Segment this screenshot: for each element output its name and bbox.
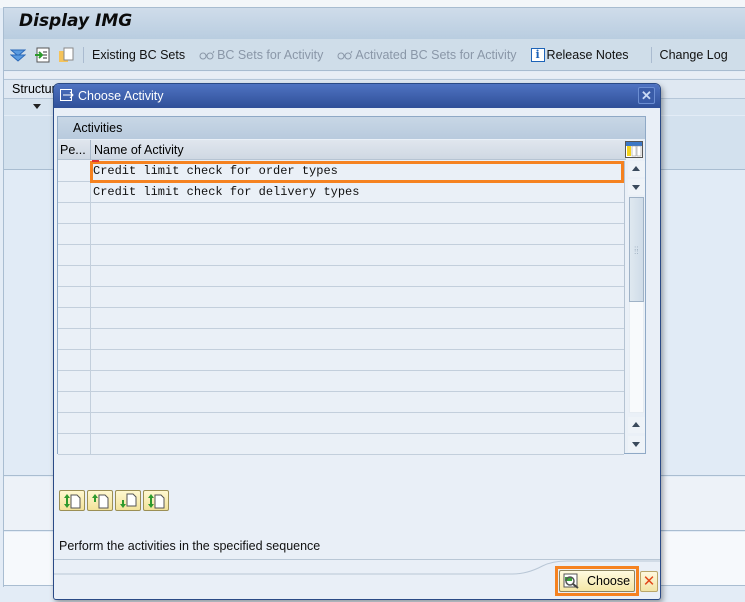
page-title: Display IMG bbox=[19, 11, 133, 31]
selected-row-highlight bbox=[90, 161, 624, 183]
chevron-up-icon bbox=[632, 166, 640, 171]
row-selector[interactable] bbox=[58, 182, 91, 202]
activity-name-cell[interactable]: Credit limit check for delivery types bbox=[93, 185, 359, 199]
scroll-thumb[interactable]: :::: bbox=[629, 197, 644, 302]
table-row[interactable] bbox=[58, 203, 624, 224]
change-log-button[interactable]: Change Log bbox=[660, 48, 728, 62]
application-toolbar: Existing BC Sets BC Sets for Activity Ac… bbox=[3, 39, 745, 71]
table-row[interactable] bbox=[58, 308, 624, 329]
row-selector[interactable] bbox=[58, 287, 91, 307]
change-log-label: Change Log bbox=[659, 47, 728, 62]
release-notes-label: Release Notes bbox=[546, 47, 629, 62]
activated-bc-sets-button[interactable]: Activated BC Sets for Activity bbox=[337, 47, 517, 62]
column-header-pe[interactable]: Pe... bbox=[60, 143, 86, 157]
row-selector[interactable] bbox=[58, 434, 91, 454]
existing-bc-sets-label: Existing BC Sets bbox=[92, 47, 186, 62]
table-row[interactable] bbox=[58, 287, 624, 308]
table-row[interactable] bbox=[58, 245, 624, 266]
table-row[interactable] bbox=[58, 266, 624, 287]
cancel-icon[interactable]: ✕ bbox=[640, 571, 658, 592]
row-selector[interactable] bbox=[58, 224, 91, 244]
scroll-page-up-button[interactable] bbox=[628, 417, 645, 433]
dropdown-arrow-icon[interactable] bbox=[33, 104, 41, 109]
row-selector[interactable] bbox=[58, 203, 91, 223]
table-row[interactable] bbox=[58, 224, 624, 245]
dialog-title-bar[interactable]: Choose Activity ✕ bbox=[54, 84, 660, 108]
chevron-up-icon bbox=[632, 422, 640, 427]
column-divider[interactable] bbox=[90, 140, 91, 160]
move-down-icon bbox=[120, 493, 137, 508]
sequence-buttons bbox=[59, 490, 169, 511]
table-caption-label: Activities bbox=[73, 121, 123, 135]
bc-sets-for-activity-button[interactable]: BC Sets for Activity bbox=[199, 48, 323, 62]
title-bar: Display IMG bbox=[3, 7, 745, 39]
move-to-bottom-button[interactable] bbox=[143, 490, 169, 511]
import-icon[interactable] bbox=[33, 46, 51, 64]
dialog-title: Choose Activity bbox=[78, 89, 164, 103]
table-row[interactable] bbox=[58, 434, 624, 455]
row-selector[interactable] bbox=[58, 245, 91, 265]
glasses-icon bbox=[337, 50, 353, 60]
expand-all-icon[interactable] bbox=[9, 46, 27, 64]
table-header: Pe... Name of Activity bbox=[58, 140, 626, 160]
toolbar-separator bbox=[650, 46, 652, 63]
sequence-hint: Perform the activities in the specified … bbox=[59, 539, 321, 553]
choose-activity-dialog: Choose Activity ✕ Activities Pe... Name … bbox=[53, 83, 661, 600]
choose-magnifier-icon bbox=[563, 573, 581, 589]
bc-sets-for-activity-label: BC Sets for Activity bbox=[217, 47, 324, 62]
toolbar-separator bbox=[83, 46, 84, 63]
vertical-scrollbar[interactable]: :::: bbox=[628, 161, 645, 453]
activated-bc-sets-label: Activated BC Sets for Activity bbox=[355, 47, 517, 62]
info-icon: i bbox=[530, 47, 545, 62]
row-selector[interactable] bbox=[58, 350, 91, 370]
scroll-page-down-button[interactable] bbox=[628, 436, 645, 452]
column-header-name[interactable]: Name of Activity bbox=[94, 143, 184, 157]
copy-icon[interactable] bbox=[57, 46, 75, 64]
table-border bbox=[624, 161, 625, 453]
table-caption: Activities bbox=[58, 117, 645, 139]
table-row[interactable]: Credit limit check for delivery types bbox=[58, 182, 624, 203]
table-row[interactable] bbox=[58, 392, 624, 413]
table-row[interactable] bbox=[58, 329, 624, 350]
choose-button[interactable]: Choose bbox=[559, 570, 635, 592]
move-to-bottom-icon bbox=[148, 493, 165, 508]
chevron-down-icon bbox=[632, 442, 640, 447]
close-icon[interactable]: ✕ bbox=[638, 87, 655, 104]
move-to-top-button[interactable] bbox=[59, 490, 85, 511]
row-selector[interactable] bbox=[58, 266, 91, 286]
move-down-button[interactable] bbox=[115, 490, 141, 511]
table-row[interactable] bbox=[58, 371, 624, 392]
glasses-icon bbox=[199, 50, 215, 60]
row-selector[interactable] bbox=[58, 329, 91, 349]
dialog-window-icon bbox=[60, 89, 74, 104]
cursor-marker bbox=[92, 160, 99, 162]
move-up-button[interactable] bbox=[87, 490, 113, 511]
column-settings-icon[interactable] bbox=[625, 141, 643, 158]
activities-table: Activities Pe... Name of Activity Credit… bbox=[57, 116, 646, 455]
row-selector[interactable] bbox=[58, 413, 91, 433]
row-selector[interactable] bbox=[58, 308, 91, 328]
row-selector[interactable] bbox=[58, 392, 91, 412]
release-notes-button[interactable]: i Release Notes bbox=[530, 47, 629, 62]
table-row[interactable] bbox=[58, 413, 624, 434]
scroll-up-button[interactable] bbox=[628, 161, 645, 177]
choose-label: Choose bbox=[587, 574, 631, 588]
chevron-down-icon bbox=[632, 185, 640, 190]
table-row[interactable] bbox=[58, 350, 624, 371]
table-body: Credit limit check for order types Credit… bbox=[58, 161, 624, 455]
move-up-icon bbox=[92, 493, 109, 508]
window-border bbox=[3, 7, 4, 587]
existing-bc-sets-button[interactable]: Existing BC Sets bbox=[92, 48, 185, 62]
move-to-top-icon bbox=[64, 493, 81, 508]
scroll-down-button[interactable] bbox=[628, 179, 645, 195]
row-selector[interactable] bbox=[58, 371, 91, 391]
grip-icon: :::: bbox=[634, 244, 639, 256]
row-selector[interactable] bbox=[58, 161, 91, 181]
toolbar-spacer bbox=[3, 72, 745, 78]
